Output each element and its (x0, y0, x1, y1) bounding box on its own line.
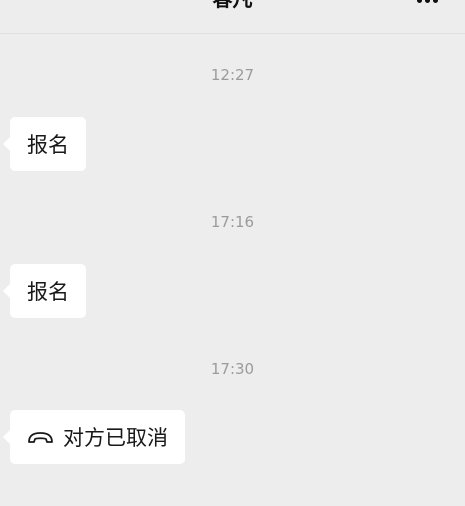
more-dots-icon[interactable] (415, 0, 439, 4)
message-timestamp: 12:27 (210, 66, 255, 84)
message-bubble[interactable]: 报名 (3, 117, 86, 171)
chat-header: 春凡 (0, 0, 465, 34)
message-timestamp: 17:30 (210, 360, 255, 378)
call-cancelled-bubble[interactable]: 对方已取消 (3, 410, 185, 464)
chat-screen: 春凡 12:27 报名 17:16 报名 17:30 对方已取消 (0, 0, 465, 506)
hang-up-phone-icon (28, 432, 53, 443)
message-text: 报名 (27, 133, 69, 157)
message-timestamp: 17:16 (210, 213, 255, 231)
chat-title: 春凡 (0, 0, 465, 12)
message-bubble[interactable]: 报名 (3, 264, 86, 318)
message-text: 对方已取消 (63, 426, 168, 450)
message-text: 报名 (27, 280, 69, 304)
